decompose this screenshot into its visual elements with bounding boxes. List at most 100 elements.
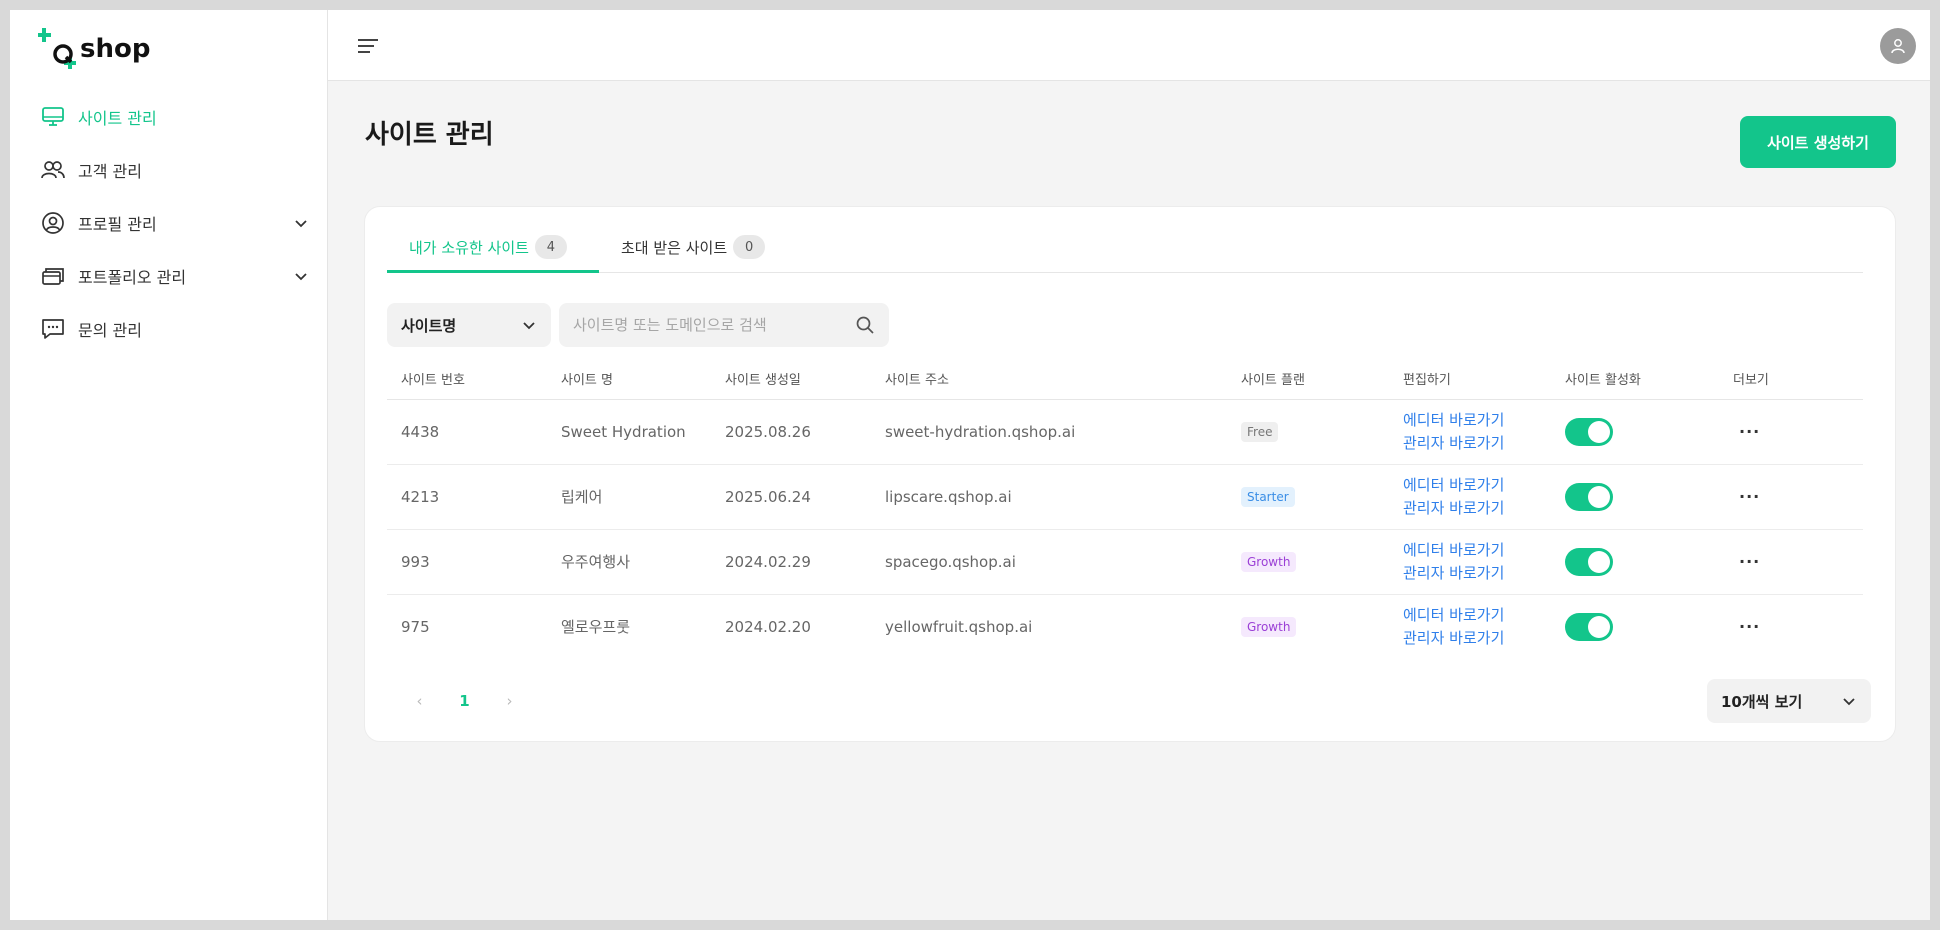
plan-cell: Starter <box>1227 464 1389 530</box>
site-active-toggle[interactable] <box>1565 482 1613 511</box>
chevron-down-icon <box>1843 698 1855 706</box>
site-address-cell: yellowfruit.qshop.ai <box>885 617 1033 636</box>
edit-cell: 에디터 바로가기 관리자 바로가기 <box>1389 529 1551 595</box>
site-id-cell: 975 <box>401 617 430 636</box>
created-date-cell: 2024.02.29 <box>711 529 871 595</box>
admin-link[interactable]: 관리자 바로가기 <box>1403 432 1551 455</box>
page-size-value: 10개씩 보기 <box>1721 692 1803 711</box>
editor-link[interactable]: 에디터 바로가기 <box>1403 474 1551 497</box>
site-id-cell: 4213 <box>387 464 547 530</box>
sidebar-item-portfolio-management[interactable]: 포트폴리오 관리 <box>40 249 310 302</box>
site-active-toggle[interactable] <box>1565 547 1613 576</box>
chevron-down-icon[interactable] <box>292 267 310 285</box>
site-id-cell: 993 <box>387 529 547 595</box>
cards-icon <box>40 264 66 288</box>
users-icon <box>40 158 66 182</box>
hamburger-icon[interactable] <box>356 35 380 57</box>
more-cell: ··· <box>1719 399 1863 465</box>
sidebar-item-profile-management[interactable]: 프로필 관리 <box>40 196 310 249</box>
sites-table: 사이트 번호 사이트 명 사이트 생성일 사이트 주소 사이트 플랜 편집하기 … <box>387 359 1863 659</box>
sidebar-item-site-management[interactable]: 사이트 관리 <box>40 90 310 143</box>
page-title: 사이트 관리 <box>365 120 494 150</box>
user-avatar-icon[interactable] <box>1880 28 1916 64</box>
active-cell <box>1551 594 1719 659</box>
created-date-cell: 2025.08.26 <box>711 399 871 465</box>
next-page-button[interactable]: › <box>487 692 532 710</box>
tab-invited-sites[interactable]: 초대 받은 사이트 0 <box>621 231 766 273</box>
column-header[interactable]: 사이트 명 <box>547 359 711 400</box>
chat-icon <box>40 317 66 341</box>
more-cell: ··· <box>1719 594 1863 659</box>
create-site-button[interactable]: 사이트 생성하기 <box>1740 116 1896 168</box>
plan-badge: Growth <box>1241 551 1297 572</box>
edit-cell: 에디터 바로가기 관리자 바로가기 <box>1389 464 1551 530</box>
sidebar-item-label: 문의 관리 <box>78 320 142 340</box>
column-header: 편집하기 <box>1389 359 1551 400</box>
editor-link[interactable]: 에디터 바로가기 <box>1403 604 1551 627</box>
created-date-cell: 2025.06.24 <box>711 464 871 530</box>
more-options-icon[interactable]: ··· <box>1733 422 1760 441</box>
search-input[interactable] <box>573 316 855 334</box>
sidebar-item-label: 사이트 관리 <box>78 108 157 128</box>
tab-label: 내가 소유한 사이트 <box>409 239 529 257</box>
admin-link[interactable]: 관리자 바로가기 <box>1403 562 1551 585</box>
column-header: 더보기 <box>1719 359 1863 400</box>
more-options-icon[interactable]: ··· <box>1733 552 1760 571</box>
editor-link[interactable]: 에디터 바로가기 <box>1403 539 1551 562</box>
tab-owned-sites[interactable]: 내가 소유한 사이트 4 <box>387 231 599 273</box>
toggle-knob <box>1588 485 1610 508</box>
table-header-row: 사이트 번호 사이트 명 사이트 생성일 사이트 주소 사이트 플랜 편집하기 … <box>387 359 1863 400</box>
tab-count-badge: 0 <box>733 235 766 259</box>
sidebar-item-inquiry-management[interactable]: 문의 관리 <box>40 302 310 355</box>
search-icon[interactable] <box>855 315 875 335</box>
toggle-knob <box>1588 420 1610 443</box>
site-name-cell: Sweet Hydration <box>547 399 711 465</box>
plan-cell: Growth <box>1227 594 1389 659</box>
tab-bar: 내가 소유한 사이트 4 초대 받은 사이트 0 <box>387 231 1863 273</box>
column-header[interactable]: 사이트 번호 <box>387 359 547 400</box>
sidebar-nav: 사이트 관리 고객 관리 프로필 관리 포트폴리오 관리 문의 관리 <box>40 90 310 355</box>
created-date-cell: 2024.02.20 <box>725 617 811 636</box>
top-bar <box>328 10 1930 81</box>
qshop-logo[interactable]: shop <box>37 24 178 70</box>
editor-link[interactable]: 에디터 바로가기 <box>1403 409 1551 432</box>
chevron-down-icon <box>523 322 535 330</box>
table-row: 993 우주여행사 2024.02.29 spacego.qshop.ai Growth… <box>387 529 1863 595</box>
more-options-icon[interactable]: ··· <box>1733 617 1760 636</box>
table-row: 4213 립케어 2025.06.24 lipscare.qshop.ai Starte… <box>387 464 1863 530</box>
edit-cell: 에디터 바로가기 관리자 바로가기 <box>1389 399 1551 465</box>
site-name-cell: 옐로우프룻 <box>561 618 631 637</box>
sidebar: shop 사이트 관리 고객 관리 프로필 관리 포트폴리오 관리 문의 관리 <box>10 10 328 920</box>
admin-link[interactable]: 관리자 바로가기 <box>1403 497 1551 520</box>
site-active-toggle[interactable] <box>1565 417 1613 446</box>
sidebar-item-label: 프로필 관리 <box>78 214 157 234</box>
select-value: 사이트명 <box>401 316 457 335</box>
column-header[interactable]: 사이트 생성일 <box>711 359 871 400</box>
prev-page-button[interactable]: ‹ <box>397 692 442 710</box>
plan-badge: Free <box>1241 421 1279 442</box>
site-active-toggle[interactable] <box>1565 612 1613 641</box>
page-size-select[interactable]: 10개씩 보기 <box>1707 679 1871 723</box>
site-name-cell: 우주여행사 <box>547 529 711 595</box>
search-field-select[interactable]: 사이트명 <box>387 303 551 347</box>
more-cell: ··· <box>1719 529 1863 595</box>
chevron-down-icon[interactable] <box>292 214 310 232</box>
sidebar-item-customer-management[interactable]: 고객 관리 <box>40 143 310 196</box>
admin-link[interactable]: 관리자 바로가기 <box>1403 627 1551 650</box>
active-cell <box>1551 464 1719 530</box>
table-row: 4438 Sweet Hydration 2025.08.26 sweet-hydra… <box>387 399 1863 465</box>
app-window: shop 사이트 관리 고객 관리 프로필 관리 포트폴리오 관리 문의 관리 … <box>10 10 1930 920</box>
sidebar-item-label: 포트폴리오 관리 <box>78 267 187 287</box>
site-address-cell: sweet-hydration.qshop.ai <box>871 399 1227 465</box>
site-address-cell: lipscare.qshop.ai <box>871 464 1227 530</box>
column-header[interactable]: 사이트 주소 <box>871 359 1227 400</box>
monitor-icon <box>40 105 66 129</box>
edit-cell: 에디터 바로가기 관리자 바로가기 <box>1389 594 1551 659</box>
more-options-icon[interactable]: ··· <box>1733 487 1760 506</box>
page-number-button[interactable]: 1 <box>442 692 487 710</box>
site-id-cell: 4438 <box>387 399 547 465</box>
column-header[interactable]: 사이트 플랜 <box>1227 359 1389 400</box>
site-name-cell: 립케어 <box>547 464 711 530</box>
plan-badge: Growth <box>1241 616 1297 637</box>
tab-label: 초대 받은 사이트 <box>621 239 728 257</box>
